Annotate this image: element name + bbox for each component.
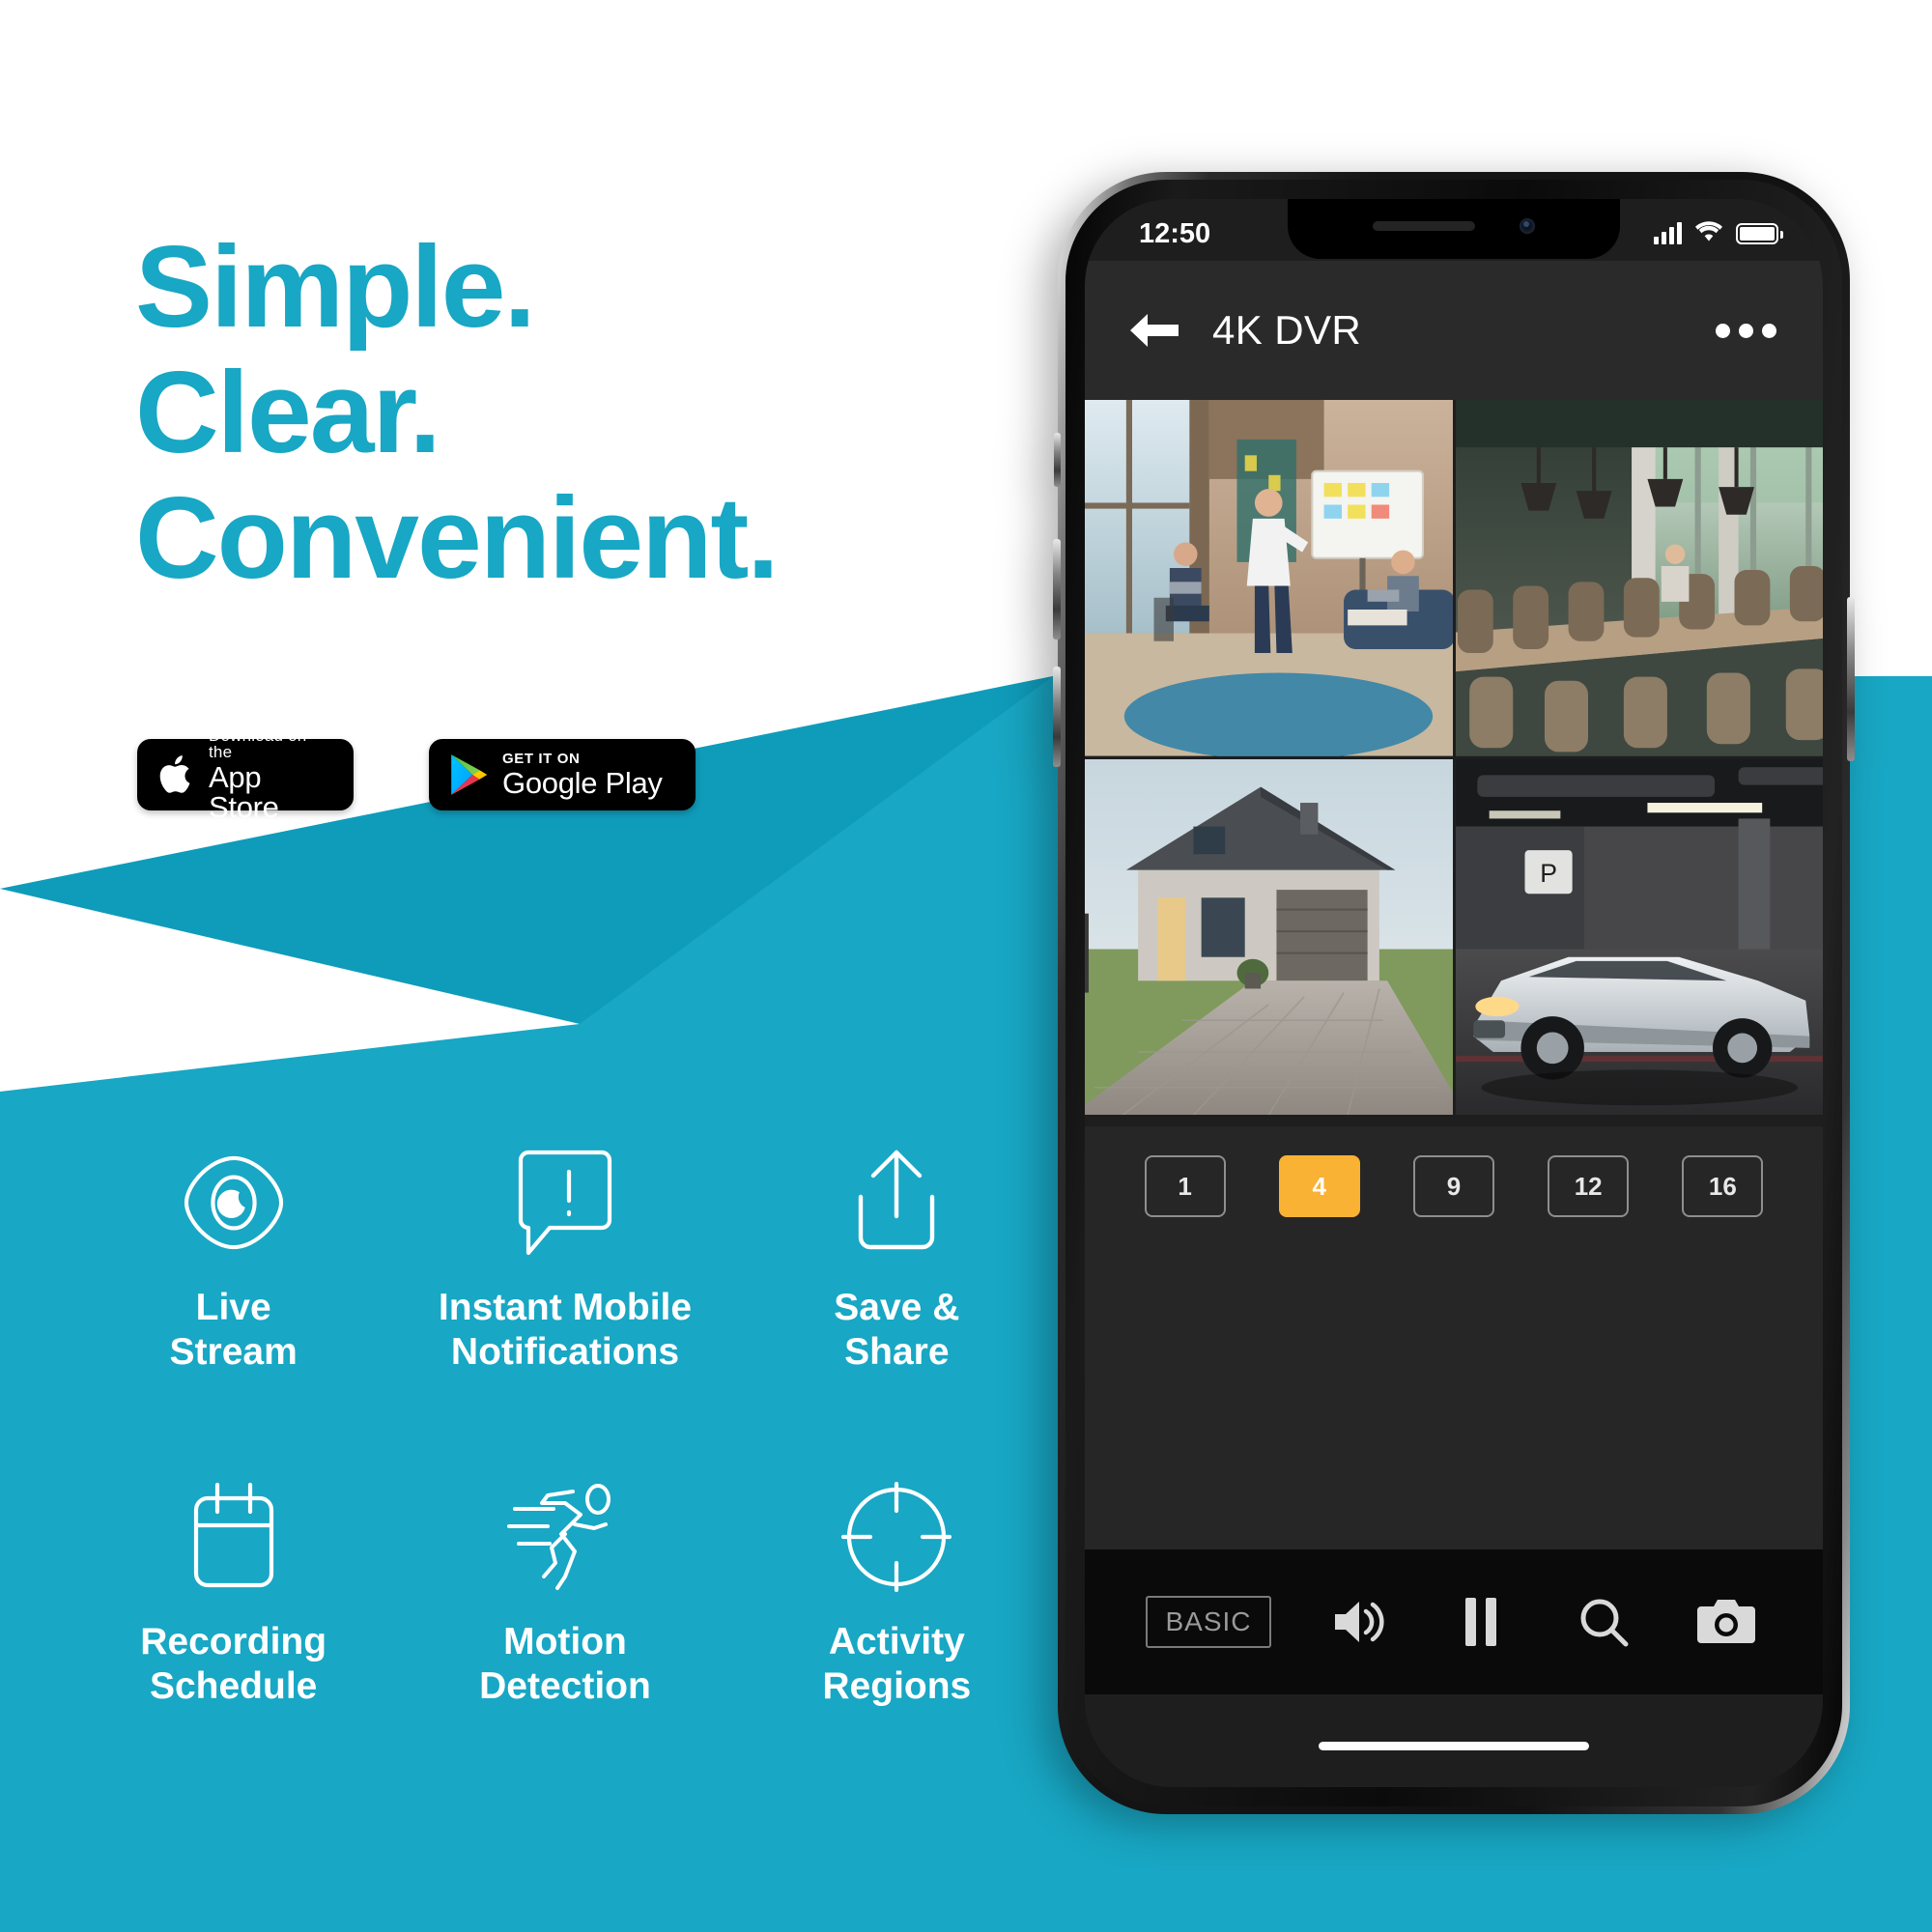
app-nav-bar: 4K DVR xyxy=(1085,261,1823,400)
feature-label: Recording Schedule xyxy=(140,1621,327,1708)
feature-label: Save & Share xyxy=(834,1287,960,1374)
earpiece-speaker xyxy=(1373,221,1475,231)
google-play-text: GET IT ON Google Play xyxy=(502,752,663,798)
arrow-left-icon[interactable] xyxy=(1123,300,1183,360)
channel-button-4[interactable]: 4 xyxy=(1278,1155,1360,1217)
channel-button-12[interactable]: 12 xyxy=(1548,1155,1630,1217)
battery-full-icon xyxy=(1736,223,1783,244)
headline-line-1: Simple. xyxy=(135,222,536,352)
app-store-big-label: App Store xyxy=(209,760,279,824)
google-play-icon xyxy=(449,753,490,797)
pause-icon[interactable] xyxy=(1446,1587,1516,1657)
google-play-badge[interactable]: GET IT ON Google Play xyxy=(429,739,696,810)
feature-activity-regions: Activity Regions xyxy=(731,1479,1063,1709)
feature-save-and-share: Save & Share xyxy=(731,1145,1063,1375)
channel-button-1[interactable]: 1 xyxy=(1144,1155,1226,1217)
headline-line-2: Clear. xyxy=(135,348,441,478)
home-indicator-bar xyxy=(1085,1694,1823,1787)
camera-feed-3[interactable] xyxy=(1085,758,1453,1115)
channel-button-9[interactable]: 9 xyxy=(1412,1155,1494,1217)
google-play-small-label: GET IT ON xyxy=(502,751,581,767)
basic-mode-badge[interactable]: BASIC xyxy=(1146,1596,1271,1648)
wifi-icon xyxy=(1694,218,1723,250)
search-icon[interactable] xyxy=(1569,1587,1638,1657)
camera-feed-4[interactable]: P xyxy=(1455,758,1823,1115)
phone-volume-up-button[interactable] xyxy=(1053,539,1061,639)
headline: Simple. Clear. Convenient. xyxy=(135,224,966,602)
alert-bubble-icon xyxy=(515,1145,615,1261)
camera-grid: P xyxy=(1085,400,1823,1115)
phone-frame-outer: 12:50 4K DVR P 1 4 9 12 16 BASIC xyxy=(1053,172,1855,1814)
feature-recording-schedule: Recording Schedule xyxy=(68,1479,399,1709)
feature-instant-mobile-notifications: Instant Mobile Notifications xyxy=(399,1145,730,1375)
calendar-icon xyxy=(184,1479,284,1595)
feature-motion-detection: Motion Detection xyxy=(399,1479,730,1709)
phone-volume-down-button[interactable] xyxy=(1053,667,1061,767)
app-store-text: Download on the App Store xyxy=(209,727,331,822)
channel-button-16[interactable]: 16 xyxy=(1682,1155,1764,1217)
speaker-volume-icon[interactable] xyxy=(1324,1587,1394,1657)
status-bar-time: 12:50 xyxy=(1139,217,1211,249)
feature-label: Motion Detection xyxy=(479,1621,651,1708)
status-bar-indicators xyxy=(1654,218,1783,250)
phone-frame-inner: 12:50 4K DVR P 1 4 9 12 16 BASIC xyxy=(1065,180,1842,1806)
app-store-small-label: Download on the xyxy=(209,726,307,761)
feature-label: Live Stream xyxy=(169,1287,298,1374)
crosshair-icon xyxy=(841,1479,952,1595)
phone-power-button[interactable] xyxy=(1847,597,1855,761)
more-horizontal-icon[interactable] xyxy=(1716,323,1776,338)
camera-feed-1[interactable] xyxy=(1085,400,1453,756)
headline-line-3: Convenient. xyxy=(135,473,780,604)
phone-screen: 12:50 4K DVR P 1 4 9 12 16 BASIC xyxy=(1085,199,1823,1787)
page-title: 4K DVR xyxy=(1212,307,1362,353)
player-toolbar: BASIC xyxy=(1085,1549,1823,1694)
channel-selector: 1 4 9 12 16 xyxy=(1085,1126,1823,1246)
feature-grid: Live Stream Instant Mobile Notifications… xyxy=(68,1145,1063,1709)
share-upload-icon xyxy=(849,1145,944,1261)
store-badge-group: Download on the App Store GET IT ON Goog… xyxy=(137,727,696,822)
phone-notch xyxy=(1288,199,1620,259)
phone-silent-switch[interactable] xyxy=(1054,433,1061,487)
feature-label: Activity Regions xyxy=(822,1621,972,1708)
svg-text:P: P xyxy=(1540,858,1557,887)
running-person-icon xyxy=(505,1479,625,1595)
apple-logo-icon xyxy=(157,752,196,798)
phone-mockup: 12:50 4K DVR P 1 4 9 12 16 BASIC xyxy=(1053,172,1855,1814)
cellular-signal-icon xyxy=(1654,222,1682,244)
camera-feed-2[interactable] xyxy=(1455,400,1823,756)
front-camera xyxy=(1520,218,1535,234)
google-play-big-label: Google Play xyxy=(502,766,663,800)
app-store-badge[interactable]: Download on the App Store xyxy=(137,727,354,822)
camera-icon[interactable] xyxy=(1691,1587,1761,1657)
feature-label: Instant Mobile Notifications xyxy=(438,1287,693,1374)
home-indicator[interactable] xyxy=(1319,1741,1589,1750)
eye-icon xyxy=(177,1145,291,1261)
feature-live-stream: Live Stream xyxy=(68,1145,399,1375)
